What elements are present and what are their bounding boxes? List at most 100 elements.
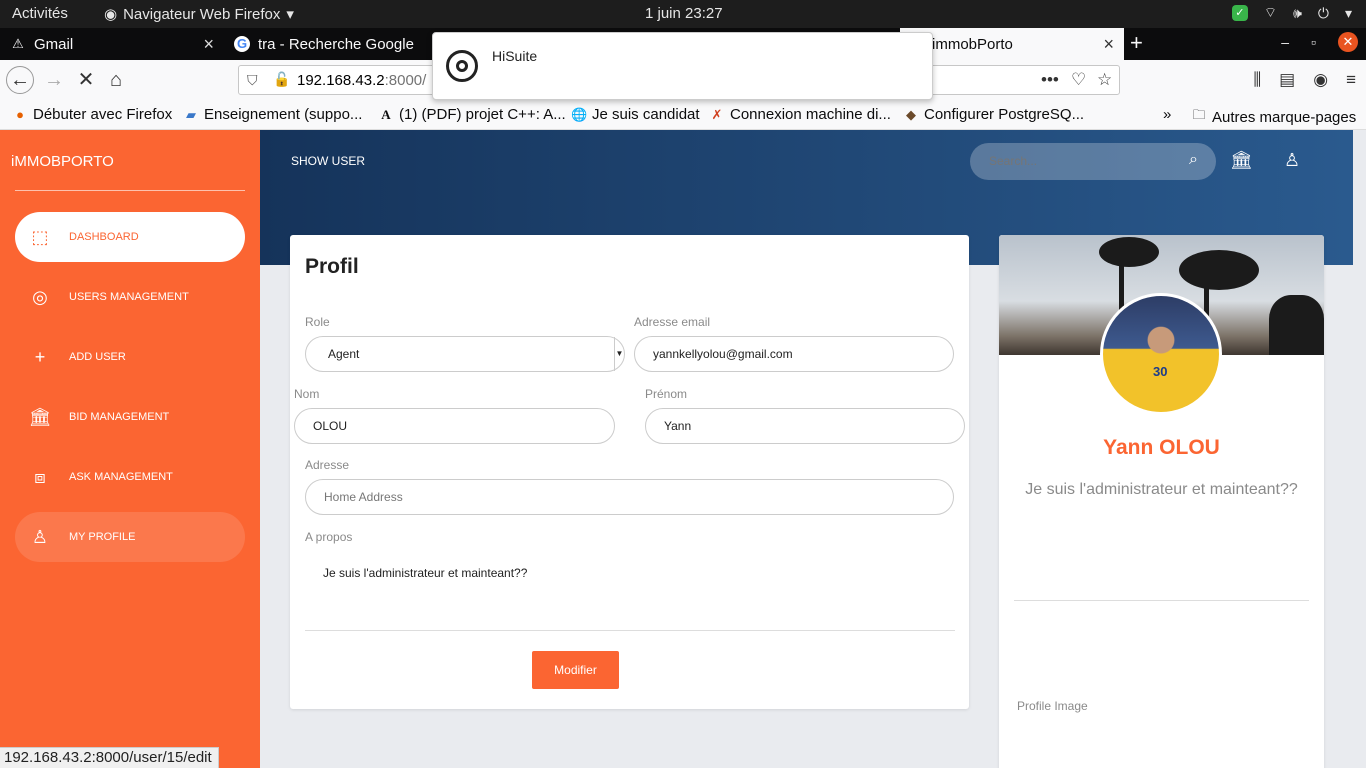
- profile-name: Yann OLOU: [1103, 436, 1220, 459]
- app-menu[interactable]: ◉ Navigateur Web Firefox ▾: [104, 5, 294, 24]
- power-icon: ⏻: [1317, 4, 1329, 21]
- palm-tree-shape: [1099, 237, 1159, 267]
- sidebar-item-label: DASHBOARD: [69, 231, 139, 243]
- chevron-down-icon: ▼: [614, 337, 624, 371]
- bookmark-star-icon[interactable]: ☆: [1097, 70, 1112, 90]
- sidebar: iMMOBPORTO ⬚ DASHBOARD ◎ USERS MANAGEMEN…: [0, 130, 260, 768]
- book-icon: ▰: [186, 106, 196, 122]
- globe-icon: 🌐: [571, 106, 588, 122]
- minimize-icon[interactable]: –: [1281, 34, 1289, 50]
- chevron-down-icon: ▾: [1344, 4, 1352, 21]
- status-url: 192.168.43.2:8000/user/15/edit: [0, 747, 219, 768]
- bank-icon: 🏛: [28, 407, 52, 427]
- sidebar-icon[interactable]: ▤: [1279, 70, 1295, 90]
- divider: [15, 190, 245, 191]
- home-button[interactable]: ⌂: [102, 66, 130, 94]
- email-label: Adresse email: [634, 315, 711, 329]
- bookmark-item[interactable]: ▰ Enseignement (suppo...: [183, 106, 362, 123]
- window-controls: – ▫ ✕: [1281, 32, 1358, 52]
- bookmark-item[interactable]: ✗ Connexion machine di...: [709, 106, 891, 123]
- profile-form-card: Profil Role Agent ▼ Adresse email yannke…: [290, 235, 969, 709]
- brand-logo[interactable]: iMMOBPORTO: [11, 153, 114, 170]
- sidebar-item-label: USERS MANAGEMENT: [69, 291, 189, 303]
- activities-button[interactable]: Activités: [12, 5, 68, 22]
- menu-icon[interactable]: ≡: [1346, 70, 1356, 90]
- more-bookmarks-button[interactable]: »: [1163, 106, 1171, 123]
- search-box[interactable]: ⌕: [970, 143, 1216, 180]
- sidebar-item-label: ADD USER: [69, 351, 126, 363]
- sidebar-item-users-management[interactable]: ◎ USERS MANAGEMENT: [15, 272, 245, 322]
- nom-field[interactable]: OLOU: [294, 408, 615, 444]
- user-circle-icon: ◎: [32, 287, 48, 307]
- adresse-field[interactable]: Home Address: [305, 479, 954, 515]
- other-bookmarks[interactable]: 🗀 Autres marque-pages: [1191, 106, 1356, 128]
- bookmark-item[interactable]: ◆ Configurer PostgreSQ...: [903, 106, 1084, 123]
- page-actions-icon[interactable]: •••: [1041, 70, 1059, 90]
- tab-immobporto[interactable]: immobPorto ×: [900, 28, 1124, 60]
- wifi-icon: ⌔: [1263, 4, 1278, 20]
- palm-tree-shape: [1179, 250, 1259, 290]
- palm-tree-shape: [1269, 295, 1324, 355]
- bookmark-item[interactable]: A (1) (PDF) projet C++: A...: [378, 106, 565, 123]
- clock[interactable]: 1 juin 23:27: [645, 5, 723, 22]
- tab-label: tra - Recherche Google: [258, 35, 414, 53]
- search-input[interactable]: [989, 154, 1169, 168]
- sidebar-item-my-profile[interactable]: ♙ MY PROFILE: [15, 512, 245, 562]
- firefox-icon: ◉: [104, 6, 118, 23]
- system-tray[interactable]: ✓ ⌔ 🕪 ⏻ ▾: [1231, 4, 1352, 22]
- box-icon: ⬚: [31, 227, 49, 247]
- close-tab-icon[interactable]: ×: [203, 34, 214, 55]
- sidebar-item-bid-management[interactable]: 🏛 BID MANAGEMENT: [15, 392, 245, 442]
- web-app: iMMOBPORTO ⬚ DASHBOARD ◎ USERS MANAGEMEN…: [0, 130, 1366, 768]
- tab-label: Gmail: [34, 35, 74, 53]
- bookmark-item[interactable]: ● Débuter avec Firefox: [12, 106, 172, 123]
- update-shield-icon[interactable]: ✓: [1231, 5, 1248, 21]
- profile-image-label: Profile Image: [1017, 699, 1088, 713]
- apropos-label: A propos: [305, 530, 353, 544]
- insecure-lock-icon[interactable]: 🔓: [273, 71, 290, 88]
- tab-label: immobPorto: [932, 35, 1013, 53]
- pocket-icon[interactable]: ♡: [1071, 70, 1086, 90]
- tracking-shield-icon[interactable]: ⛉: [247, 72, 258, 89]
- close-window-icon[interactable]: ✕: [1338, 32, 1358, 52]
- url-text[interactable]: 192.168.43.2:8000/: [297, 72, 426, 89]
- firefox-icon: ●: [16, 107, 24, 122]
- stop-loading-button[interactable]: ✕: [72, 66, 100, 94]
- bookmark-item[interactable]: 🌐 Je suis candidat: [571, 106, 700, 123]
- search-icon[interactable]: ⌕: [1189, 151, 1198, 169]
- close-tab-icon[interactable]: ×: [1103, 34, 1114, 55]
- prenom-field[interactable]: Yann: [645, 408, 965, 444]
- avatar[interactable]: 30: [1100, 293, 1222, 415]
- sidebar-item-ask-management[interactable]: ⧈ ASK MANAGEMENT: [15, 452, 245, 502]
- sidebar-item-label: BID MANAGEMENT: [69, 411, 170, 423]
- app-name: Navigateur Web Firefox: [123, 5, 281, 23]
- library-icon[interactable]: ⫼: [1253, 70, 1261, 90]
- prenom-label: Prénom: [645, 387, 688, 401]
- back-button[interactable]: ←: [6, 66, 34, 94]
- adresse-label: Adresse: [305, 458, 350, 472]
- maximize-icon[interactable]: ▫: [1311, 34, 1316, 50]
- tab-gmail[interactable]: ⚠ Gmail ×: [0, 28, 224, 60]
- notification-popup[interactable]: HiSuite: [432, 32, 933, 100]
- user-icon[interactable]: ♙: [1284, 150, 1300, 171]
- sidebar-item-dashboard[interactable]: ⬚ DASHBOARD: [15, 212, 245, 262]
- user-icon: ♙: [31, 527, 49, 547]
- profile-description: Je suis l'administrateur et mainteant??: [1025, 481, 1298, 498]
- forward-button[interactable]: →: [40, 66, 68, 94]
- email-field[interactable]: yannkellyolou@gmail.com: [634, 336, 954, 372]
- folder-icon: 🗀: [1192, 107, 1206, 122]
- jersey-number: 30: [1153, 364, 1168, 379]
- bookmarks-bar: ● Débuter avec Firefox ▰ Enseignement (sup…: [0, 100, 1366, 130]
- account-icon[interactable]: ◉: [1313, 70, 1328, 90]
- page-title[interactable]: SHOW USER: [291, 154, 365, 168]
- hisuite-icon: [446, 50, 478, 82]
- divider: [305, 630, 955, 631]
- divider: [1014, 600, 1309, 601]
- role-select[interactable]: Agent ▼: [305, 336, 625, 372]
- sidebar-item-add-user[interactable]: + ADD USER: [15, 332, 245, 382]
- apropos-textarea[interactable]: Je suis l'administrateur et mainteant??: [323, 566, 527, 580]
- tab-google[interactable]: G tra - Recherche Google: [224, 28, 432, 60]
- new-tab-button[interactable]: +: [1130, 30, 1143, 56]
- modifier-button[interactable]: Modifier: [532, 651, 619, 689]
- bank-icon[interactable]: 🏛: [1230, 150, 1253, 171]
